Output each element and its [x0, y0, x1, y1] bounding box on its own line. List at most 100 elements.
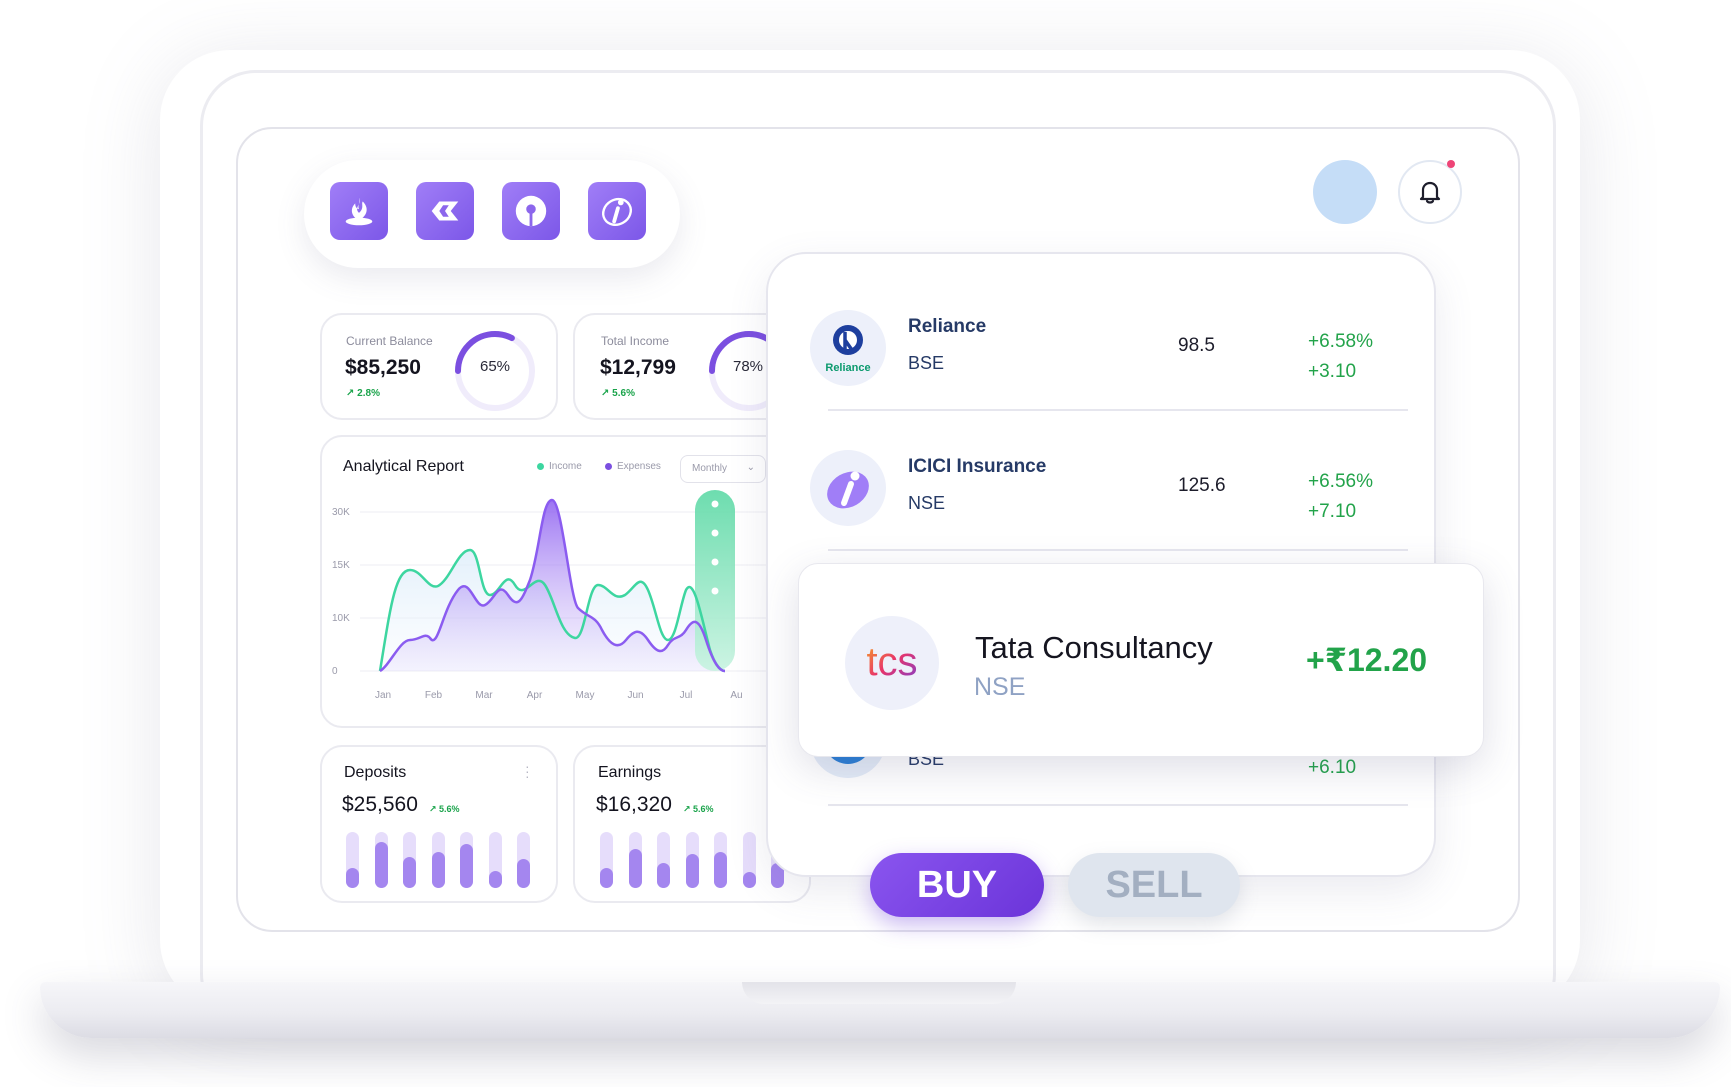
icici-bank-icon[interactable] [588, 182, 646, 240]
current-balance-change: ↗ 2.8% [346, 388, 380, 399]
current-balance-gauge-percent: 65% [480, 358, 511, 375]
x-tick-label: Jan [375, 690, 391, 701]
total-income-label: Total Income [601, 334, 670, 348]
bar-track [742, 832, 756, 888]
tcs-logo: tcs [845, 616, 939, 710]
legend-expenses: Expenses [605, 461, 661, 472]
legend-expenses-label: Expenses [617, 461, 661, 472]
reliance-logo: Reliance [810, 310, 886, 386]
bar-track [685, 832, 699, 888]
y-tick-label: 30K [332, 507, 350, 518]
bar-fill [600, 868, 613, 888]
more-options-icon[interactable]: · · · [525, 759, 530, 783]
buy-button[interactable]: BUY [870, 853, 1044, 917]
santander-bank-icon[interactable] [330, 182, 388, 240]
x-tick-label: Feb [425, 690, 443, 701]
stock-price-reliance: 98.5 [1178, 335, 1215, 356]
period-select-value: Monthly [692, 463, 728, 474]
axis-bank-icon[interactable] [416, 182, 474, 240]
y-tick-label: 10K [332, 613, 350, 624]
bar-track [628, 832, 642, 888]
legend-expenses-dot [605, 463, 612, 470]
stock-abs-reliance: +3.10 [1308, 361, 1357, 382]
reliance-logo-text: Reliance [825, 362, 870, 374]
bar-fill [742, 872, 756, 888]
legend-income-dot [537, 463, 544, 470]
icici-logo-icon [827, 471, 869, 509]
user-avatar[interactable] [1313, 160, 1377, 224]
bar-track [600, 832, 613, 888]
bar-track [374, 832, 388, 888]
chevron-down-icon: ⌄ [746, 462, 755, 473]
bar-fill [685, 854, 699, 888]
total-income-value: $12,799 [600, 356, 676, 379]
highlighted-stock-card[interactable]: tcs Tata Consultancy NSE +₹12.20 [798, 563, 1484, 757]
x-tick-label: May [576, 690, 595, 701]
bar-fill [460, 844, 473, 888]
period-select[interactable]: Monthly ⌄ [680, 455, 766, 483]
highlighted-stock-name: Tata Consultancy [975, 630, 1213, 665]
earnings-title: Earnings [598, 764, 662, 781]
highlighted-stock-change: +₹12.20 [1306, 642, 1428, 678]
bar-track [431, 832, 445, 888]
highlighted-stock-exchange: NSE [974, 673, 1026, 701]
bar-track [488, 832, 502, 888]
bar-fill [628, 848, 642, 888]
laptop-notch [742, 982, 1016, 1004]
y-axis-ticks: 30K 15K 10K 0 [332, 507, 350, 677]
bar-fill [517, 858, 530, 888]
x-tick-label: Mar [475, 690, 493, 701]
total-income-change: ↗ 5.6% [601, 388, 635, 399]
reliance-logo-icon: Reliance [825, 325, 871, 374]
deposits-change: ↗ 5.6% [429, 804, 460, 814]
current-balance-label: Current Balance [346, 334, 433, 348]
y-tick-label: 0 [332, 666, 338, 677]
bar-fill [346, 868, 359, 888]
stock-exchange-reliance: BSE [908, 353, 945, 373]
bar-track [657, 832, 670, 888]
stock-pct-icici: +6.56% [1308, 471, 1373, 492]
bar-fill [657, 862, 670, 888]
x-tick-label: Au [730, 690, 742, 701]
earnings-value: $16,320 [596, 793, 672, 816]
report-title: Analytical Report [343, 458, 464, 475]
icici-logo [810, 450, 886, 526]
stock-name-icici: ICICI Insurance [908, 456, 1047, 477]
bar-track [403, 832, 416, 888]
x-tick-label: Jun [627, 690, 643, 701]
x-tick-label: Jul [680, 690, 693, 701]
x-axis-ticks: Jan Feb Mar Apr May Jun Jul Au [375, 690, 743, 701]
notification-button[interactable] [1398, 160, 1462, 224]
sell-button[interactable]: SELL [1068, 853, 1240, 917]
stock-abs-icici: +7.10 [1308, 501, 1357, 522]
deposits-value: $25,560 [342, 793, 418, 816]
bar-fill [488, 871, 502, 888]
earnings-change-value: 5.6% [693, 804, 714, 814]
total-income-change-value: 5.6% [612, 388, 635, 399]
total-income-gauge-percent: 78% [733, 358, 764, 375]
legend-income-label: Income [549, 461, 582, 472]
current-balance-value: $85,250 [345, 356, 421, 379]
stock-abs-third: +6.10 [1308, 757, 1357, 778]
notification-dot [1447, 160, 1455, 168]
earnings-change: ↗ 5.6% [683, 804, 714, 814]
bar-fill [714, 851, 727, 888]
bar-fill [431, 851, 445, 888]
analytical-chart: 30K 15K 10K 0 Jan Feb Mar Apr May Jun Jul Au [332, 490, 770, 701]
sbi-bank-icon[interactable] [502, 182, 560, 240]
deposits-title: Deposits [344, 764, 407, 781]
stock-divider [828, 409, 1408, 411]
current-balance-change-value: 2.8% [357, 388, 380, 399]
x-tick-label: Apr [527, 690, 543, 701]
bar-track [517, 832, 530, 888]
stock-pct-reliance: +6.58% [1308, 331, 1373, 352]
bar-track [346, 832, 359, 888]
highlight-pill [695, 490, 735, 671]
bar-track [460, 832, 473, 888]
bar-fill [374, 842, 388, 888]
bar-track [714, 832, 727, 888]
y-tick-label: 15K [332, 560, 350, 571]
bar-fill [403, 857, 416, 888]
stock-price-icici: 125.6 [1178, 475, 1226, 496]
tcs-logo-icon: tcs [866, 640, 917, 684]
